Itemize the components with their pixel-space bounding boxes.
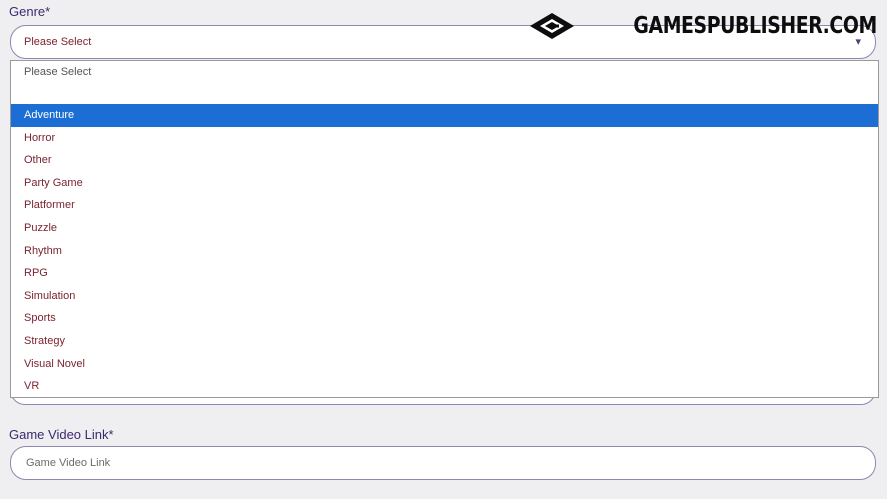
genre-option-vr[interactable]: VR — [11, 375, 878, 398]
genre-label: Genre* — [9, 4, 51, 19]
genre-option-rhythm[interactable]: Rhythm — [11, 240, 878, 263]
genre-option-strategy[interactable]: Strategy — [11, 330, 878, 353]
genre-dropdown-list[interactable]: Please Select Adventure Horror Other Par… — [10, 60, 879, 398]
video-link-input[interactable] — [24, 456, 862, 470]
watermark-logo: GAMESPUBLISHER.COM — [529, 9, 877, 43]
genre-option-party-game[interactable]: Party Game — [11, 172, 878, 195]
genre-option-other[interactable]: Other — [11, 149, 878, 172]
genre-select-value: Please Select — [24, 36, 92, 48]
genre-option-adventure[interactable]: Adventure — [11, 104, 878, 127]
video-link-field[interactable] — [10, 446, 876, 480]
gamespublisher-logo-icon — [530, 13, 575, 39]
genre-option-horror[interactable]: Horror — [11, 127, 878, 150]
watermark-text: GAMESPUBLISHER.COM — [633, 13, 878, 39]
genre-option-sports[interactable]: Sports — [11, 307, 878, 330]
video-link-label: Game Video Link* — [9, 427, 114, 442]
genre-option-platformer[interactable]: Platformer — [11, 194, 878, 217]
genre-option-visual-novel[interactable]: Visual Novel — [11, 353, 878, 376]
genre-option-please-select[interactable]: Please Select — [11, 61, 878, 84]
genre-option-simulation[interactable]: Simulation — [11, 285, 878, 308]
genre-option-puzzle[interactable]: Puzzle — [11, 217, 878, 240]
genre-option-rpg[interactable]: RPG — [11, 262, 878, 285]
